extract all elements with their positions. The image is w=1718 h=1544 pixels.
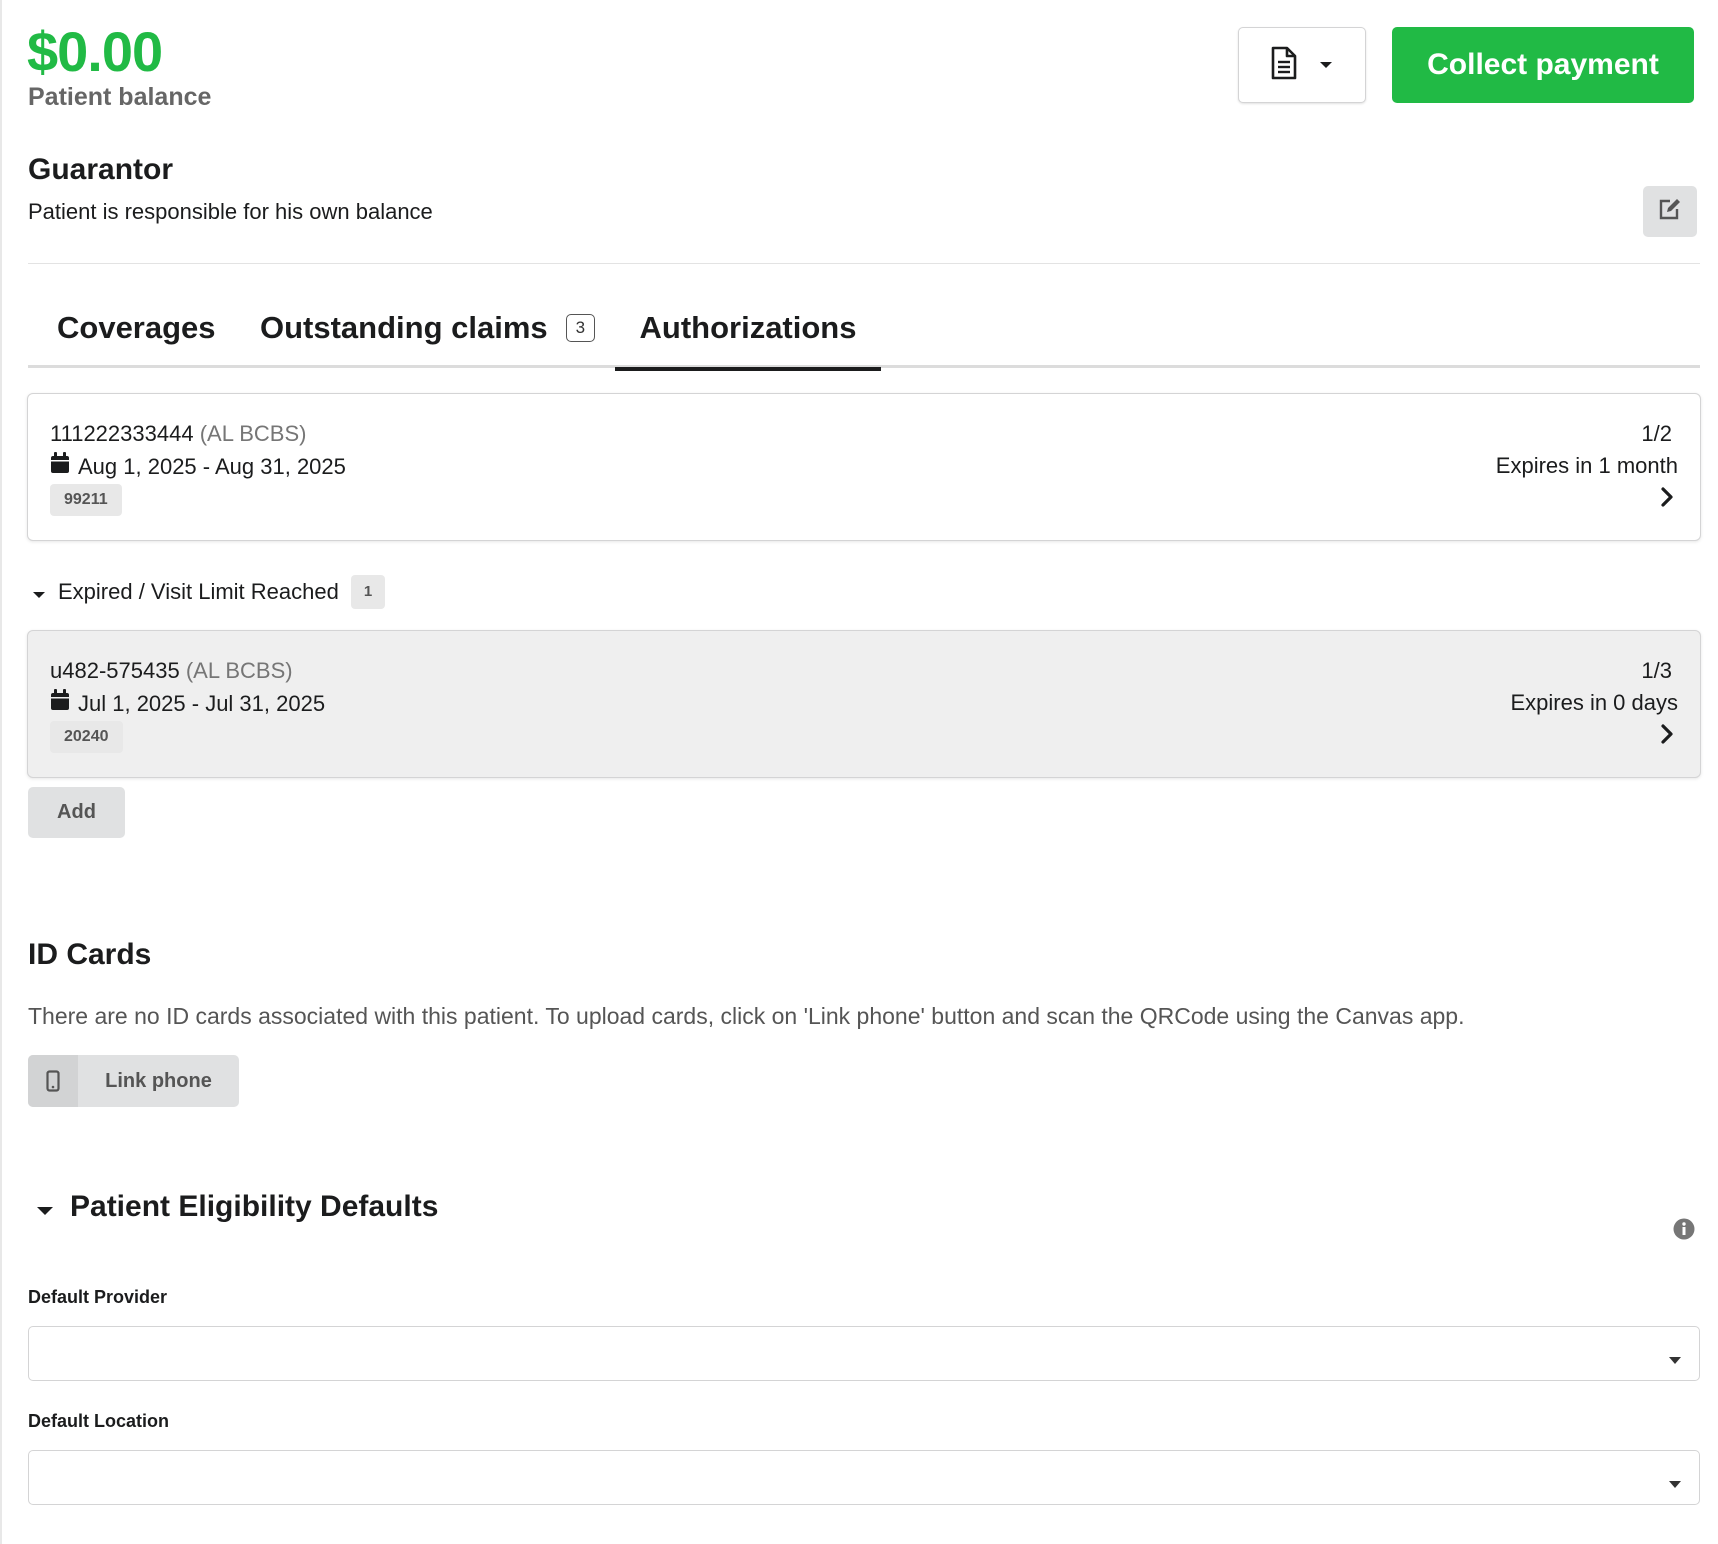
chevron-right-icon[interactable] [1660, 723, 1674, 750]
edit-icon [1658, 198, 1682, 225]
authorization-expiry: Expires in 1 month [1495, 453, 1678, 478]
left-border [0, 0, 2, 1544]
file-text-icon [1271, 46, 1297, 85]
eligibility-defaults-toggle[interactable]: Patient Eligibility Defaults [36, 1190, 438, 1224]
authorization-dates-text: Jul 1, 2025 - Jul 31, 2025 [78, 690, 326, 716]
authorization-visit-count: 1/2 [1641, 421, 1672, 446]
link-phone-label: Link phone [105, 1069, 212, 1092]
default-provider-select[interactable] [28, 1326, 1700, 1381]
calendar-icon [50, 689, 70, 718]
caret-down-icon [1319, 56, 1333, 74]
collect-payment-button[interactable]: Collect payment [1392, 27, 1694, 103]
expired-authorization-card[interactable]: u482-575435 (AL BCBS) Jul 1, 2025 - Jul … [27, 630, 1701, 778]
info-icon[interactable] [1673, 1218, 1695, 1245]
expired-section-label: Expired / Visit Limit Reached [58, 579, 339, 604]
tab-authorizations[interactable]: Authorizations [615, 300, 881, 371]
mobile-phone-icon [28, 1055, 78, 1107]
authorization-payer: (AL BCBS) [199, 421, 307, 446]
authorization-card[interactable]: 111222333444 (AL BCBS) Aug 1, 2025 - Aug… [27, 393, 1701, 541]
expired-count-badge: 1 [350, 575, 386, 609]
tab-coverages[interactable]: Coverages [57, 300, 216, 368]
billing-tabs: Coverages Outstanding claims 3 Authoriza… [28, 300, 1700, 371]
authorization-date-range: Aug 1, 2025 - Aug 31, 2025 [50, 452, 346, 481]
authorization-payer: (AL BCBS) [185, 658, 293, 683]
outstanding-claims-count-badge: 3 [565, 314, 596, 342]
id-cards-empty-message: There are no ID cards associated with th… [28, 1003, 1465, 1029]
authorization-number: u482-575435 (AL BCBS) [50, 657, 293, 685]
eligibility-defaults-heading: Patient Eligibility Defaults [70, 1190, 439, 1223]
caret-down-icon [1669, 1351, 1681, 1369]
add-authorization-button[interactable]: Add [28, 787, 125, 838]
procedure-code-badge: 99211 [50, 484, 122, 516]
caret-down-icon [32, 579, 46, 605]
procedure-code-badge: 20240 [50, 721, 123, 753]
default-provider-label: Default Provider [28, 1287, 168, 1307]
guarantor-description: Patient is responsible for his own balan… [28, 199, 433, 224]
tab-outstanding-claims-label: Outstanding claims [260, 310, 548, 345]
authorization-expiry: Expires in 0 days [1510, 690, 1678, 715]
calendar-icon [50, 452, 70, 481]
chevron-right-icon[interactable] [1660, 486, 1674, 513]
link-phone-button[interactable]: Link phone [28, 1055, 239, 1107]
authorization-number: 111222333444 (AL BCBS) [50, 420, 306, 448]
patient-balance-amount: $0.00 [27, 20, 163, 83]
edit-guarantor-button[interactable] [1643, 186, 1697, 237]
expired-authorizations-toggle[interactable]: Expired / Visit Limit Reached 1 [32, 575, 386, 609]
default-location-label: Default Location [28, 1411, 170, 1431]
authorization-dates-text: Aug 1, 2025 - Aug 31, 2025 [78, 453, 346, 479]
authorization-date-range: Jul 1, 2025 - Jul 31, 2025 [50, 689, 325, 718]
documents-dropdown-button[interactable] [1238, 27, 1366, 103]
authorization-id: 111222333444 [50, 421, 194, 446]
section-divider [28, 263, 1700, 264]
tab-outstanding-claims[interactable]: Outstanding claims 3 [260, 300, 596, 368]
guarantor-heading: Guarantor [28, 153, 174, 186]
caret-down-icon [36, 1190, 54, 1224]
authorization-id: u482-575435 [50, 658, 180, 683]
patient-balance-label: Patient balance [28, 83, 212, 111]
default-location-select[interactable] [28, 1450, 1700, 1505]
caret-down-icon [1669, 1475, 1681, 1493]
id-cards-heading: ID Cards [28, 938, 152, 971]
authorization-visit-count: 1/3 [1641, 658, 1672, 683]
